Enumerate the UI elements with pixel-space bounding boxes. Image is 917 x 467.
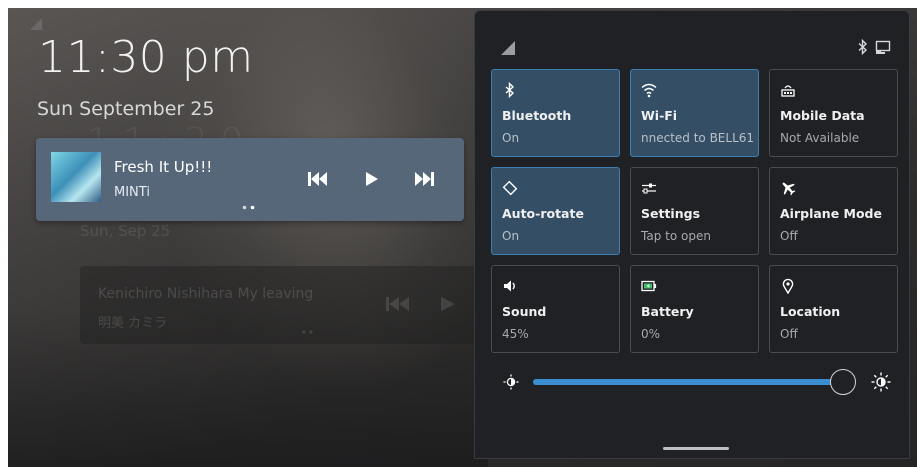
bluetooth-icon xyxy=(505,82,515,98)
ghost-page-dots xyxy=(302,330,313,334)
lockscreen-signal-icon xyxy=(30,18,42,30)
panel-drag-handle[interactable] xyxy=(663,447,729,450)
media-page-dots[interactable] xyxy=(242,205,256,210)
page-dot-1[interactable] xyxy=(242,205,247,210)
tile-status: Off xyxy=(780,327,798,341)
brightness-high-icon xyxy=(871,372,891,392)
tile-bluetooth[interactable]: Bluetooth On xyxy=(491,69,620,157)
tile-battery[interactable]: Battery 0% xyxy=(630,265,759,353)
tile-label: Settings xyxy=(641,206,701,221)
skip-previous-icon xyxy=(308,172,327,186)
album-art xyxy=(51,152,101,202)
tile-status: On xyxy=(502,131,520,145)
skip-next-icon xyxy=(415,172,434,186)
screen-icon xyxy=(875,40,891,54)
tile-label: Airplane Mode xyxy=(780,206,882,221)
tile-status: Off xyxy=(780,229,798,243)
ghost-media-card: Kenichiro Nishihara My leaving 明美 カミラ xyxy=(80,266,480,344)
play-button[interactable] xyxy=(361,170,383,188)
tile-mobile-data[interactable]: Mobile Data Not Available xyxy=(769,69,898,157)
song-title: Fresh It Up!!! xyxy=(114,158,213,176)
brightness-slider-fill xyxy=(533,379,843,385)
tile-settings[interactable]: Settings Tap to open xyxy=(630,167,759,255)
ghost-skip-previous-icon xyxy=(386,297,409,311)
lockscreen-clock: 11:30 pm xyxy=(38,32,254,83)
tile-label: Bluetooth xyxy=(502,108,572,123)
settings-sliders-icon xyxy=(642,183,656,194)
location-pin-icon xyxy=(782,278,794,294)
ghost-play-icon xyxy=(441,297,455,311)
tile-status: Not Available xyxy=(780,131,860,145)
tile-airplane-mode[interactable]: Airplane Mode Off xyxy=(769,167,898,255)
brightness-slider[interactable] xyxy=(533,379,843,385)
tile-status: 45% xyxy=(502,327,529,341)
tile-label: Location xyxy=(780,304,841,319)
tile-wifi[interactable]: Wi-Fi nnected to BELL61 xyxy=(630,69,759,157)
brightness-slider-handle[interactable] xyxy=(830,369,856,395)
ghost-song-artist: 明美 カミラ xyxy=(98,316,168,331)
tile-status: 0% xyxy=(641,327,661,341)
brightness-low-icon xyxy=(503,374,519,390)
tile-auto-rotate[interactable]: Auto-rotate On xyxy=(491,167,620,255)
next-track-button[interactable] xyxy=(413,170,435,188)
quick-settings-panel: Bluetooth On Wi-Fi nnected to BELL61 Mob… xyxy=(474,10,910,459)
speaker-icon xyxy=(504,280,515,292)
wifi-icon xyxy=(641,83,657,98)
tile-label: Auto-rotate xyxy=(502,206,584,221)
previous-track-button[interactable] xyxy=(307,170,329,188)
tile-status: nnected to BELL61 xyxy=(641,131,755,145)
ghost-date: Sun, Sep 25 xyxy=(80,222,171,240)
tile-status: Tap to open xyxy=(641,229,711,243)
song-artist: MINTi xyxy=(114,185,150,200)
brightness-slider-row xyxy=(501,369,891,395)
tile-label: Mobile Data xyxy=(780,108,865,123)
page-dot-2[interactable] xyxy=(250,205,255,210)
tile-sound[interactable]: Sound 45% xyxy=(491,265,620,353)
mobile-data-icon xyxy=(781,85,795,97)
cellular-signal-icon xyxy=(501,41,515,55)
bluetooth-icon xyxy=(858,39,868,55)
lockscreen-date: Sun September 25 xyxy=(37,98,215,120)
battery-icon xyxy=(641,280,657,292)
tile-label: Sound xyxy=(502,304,547,319)
tile-location[interactable]: Location Off xyxy=(769,265,898,353)
tile-label: Wi-Fi xyxy=(641,108,678,123)
play-icon xyxy=(366,172,378,186)
rotate-icon xyxy=(502,180,518,196)
ghost-song-title: Kenichiro Nishihara My leaving xyxy=(98,286,314,302)
tile-status: On xyxy=(502,229,520,243)
media-player-card[interactable]: Fresh It Up!!! MINTi xyxy=(36,138,464,221)
airplane-icon xyxy=(782,182,796,196)
tile-label: Battery xyxy=(641,304,694,319)
